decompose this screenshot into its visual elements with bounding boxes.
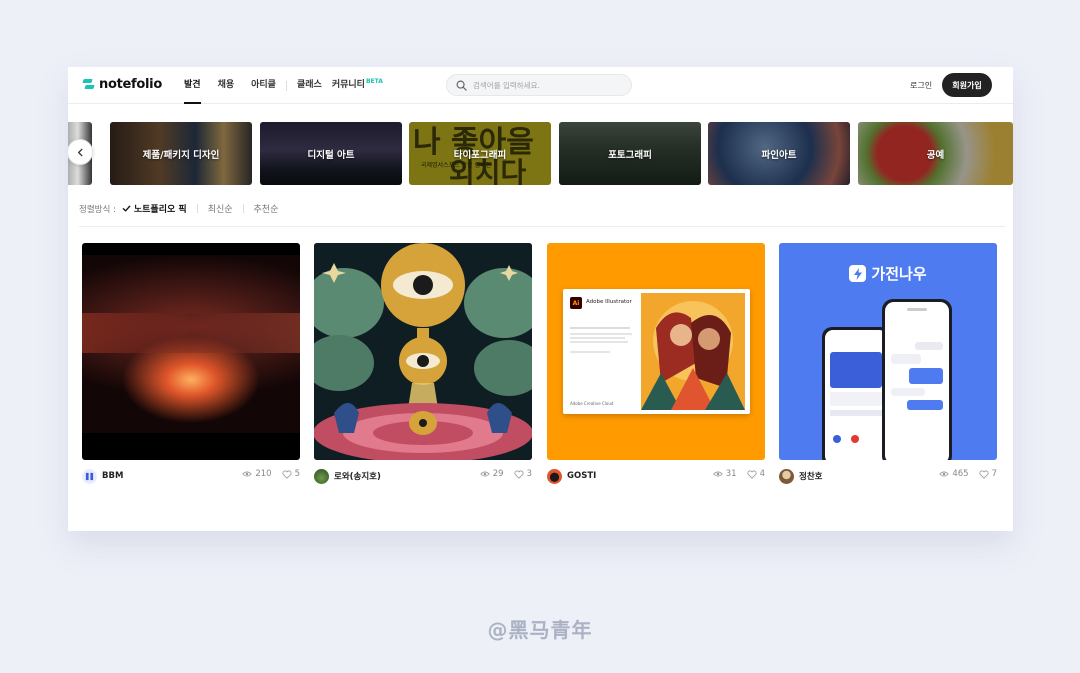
sort-label: 정렬방식 : <box>79 204 116 215</box>
card-meta: 로와(송지호) 29 3 <box>314 466 532 486</box>
card-meta: 정찬호 465 7 <box>779 466 997 486</box>
project-card[interactable]: BBM 210 5 <box>82 243 300 486</box>
category-label: 제품/패키지 디자인 <box>142 149 220 161</box>
sort-option-pick[interactable]: 노트폴리오 픽 <box>122 202 187 215</box>
check-icon <box>122 205 131 212</box>
avatar[interactable] <box>314 468 329 484</box>
chevron-left-icon <box>77 148 82 156</box>
heart-icon[interactable] <box>979 470 989 479</box>
like-count: 7 <box>991 469 997 479</box>
logo-text: notefolio <box>99 77 162 92</box>
card-stats: 465 7 <box>939 469 997 479</box>
svg-text:국제엽서스포트 종합 캠페인: 국제엽서스포트 종합 캠페인 <box>421 161 491 169</box>
avatar[interactable] <box>779 468 794 484</box>
project-thumbnail[interactable] <box>82 243 300 460</box>
search-icon <box>456 80 467 91</box>
author-name[interactable]: 로와(송지호) <box>334 470 381 482</box>
category-label: 타이포그래피 <box>453 149 507 161</box>
top-header: notefolio 발견 채용 아티클 클래스 커뮤니티BETA 로그인 회원가… <box>68 67 1013 104</box>
nav-community[interactable]: 커뮤니티BETA <box>332 67 383 104</box>
card-meta: BBM 210 5 <box>82 466 300 486</box>
nav-classes[interactable]: 클래스 <box>297 67 322 104</box>
category-label: 포토그래피 <box>608 149 652 161</box>
main-nav: 발견 채용 아티클 클래스 커뮤니티BETA <box>184 67 400 104</box>
sort-option-latest[interactable]: 최신순 <box>208 202 233 215</box>
category-photography[interactable]: 포토그래피 <box>559 122 701 185</box>
eye-icon <box>242 471 253 477</box>
project-thumbnail[interactable] <box>314 243 532 460</box>
bbm-logo-icon <box>85 472 94 480</box>
category-label: 파인아트 <box>761 149 797 161</box>
author-name[interactable]: GOSTI <box>567 471 596 481</box>
splash-footer: Adobe Creative Cloud <box>570 401 614 406</box>
like-count: 5 <box>294 469 300 479</box>
category-carousel: 제품/패키지 디자인 디지털 아트 나 좋아을 외치다 국제엽서스포트 종합 캠… <box>68 122 1013 185</box>
sort-option-label: 노트폴리오 픽 <box>133 205 187 215</box>
card-meta: GOSTI 31 4 <box>547 466 765 486</box>
carousel-prev-button[interactable] <box>68 139 93 165</box>
splash-title: Adobe Illustrator <box>586 299 632 305</box>
eye-icon <box>479 471 490 477</box>
category-fine-art[interactable]: 파인아트 <box>708 122 850 185</box>
avatar[interactable] <box>547 468 562 484</box>
phone-mockup-left <box>822 327 890 460</box>
mystic-eye-illustration <box>314 243 532 460</box>
phone-mockup-right <box>882 299 952 460</box>
app-window: notefolio 발견 채용 아티클 클래스 커뮤니티BETA 로그인 회원가… <box>68 67 1013 531</box>
illustrator-splash: Ai Adobe Illustrator Adobe Creative Clou… <box>563 289 750 414</box>
bolt-icon <box>849 265 867 282</box>
category-label: 공예 <box>926 149 945 161</box>
view-count: 465 <box>952 469 969 479</box>
card-stats: 210 5 <box>242 469 300 479</box>
like-count: 4 <box>759 469 765 479</box>
avatar[interactable] <box>82 468 97 484</box>
project-thumbnail[interactable]: Ai Adobe Illustrator Adobe Creative Clou… <box>547 243 765 460</box>
logo-mark-icon <box>82 79 95 90</box>
nav-divider <box>285 80 287 91</box>
author-name[interactable]: BBM <box>102 471 123 481</box>
category-packaging[interactable]: 제품/패키지 디자인 <box>110 122 252 185</box>
search-bar[interactable] <box>446 74 632 96</box>
heart-icon[interactable] <box>747 470 757 479</box>
card-stats: 31 4 <box>712 469 765 479</box>
project-card[interactable]: 로와(송지호) 29 3 <box>314 243 532 486</box>
view-count: 29 <box>492 469 504 479</box>
category-digital-art[interactable]: 디지털 아트 <box>260 122 402 185</box>
app-brand-name: 가전나우 <box>871 265 927 283</box>
sort-divider <box>242 204 244 213</box>
category-typography[interactable]: 나 좋아을 외치다 국제엽서스포트 종합 캠페인 타이포그래피 <box>409 122 551 185</box>
sort-option-recommended[interactable]: 추천순 <box>254 202 279 215</box>
category-label: 디지털 아트 <box>307 149 355 161</box>
like-count: 3 <box>526 469 532 479</box>
project-card[interactable]: 가전나우 정찬호 465 7 <box>779 243 997 486</box>
view-count: 31 <box>725 469 737 479</box>
search-input[interactable] <box>473 80 623 90</box>
sort-divider-line <box>79 226 1005 227</box>
heart-icon[interactable] <box>514 470 524 479</box>
project-card[interactable]: Ai Adobe Illustrator Adobe Creative Clou… <box>547 243 765 486</box>
signup-button[interactable]: 회원가입 <box>942 73 992 97</box>
view-count: 210 <box>255 469 272 479</box>
nav-articles[interactable]: 아티클 <box>251 67 276 104</box>
splash-artwork <box>641 293 745 410</box>
category-craft[interactable]: 공예 <box>858 122 1013 185</box>
eye-icon <box>939 471 950 477</box>
heart-icon[interactable] <box>282 470 292 479</box>
sort-bar: 정렬방식 : 노트폴리오 픽 최신순 추천순 <box>79 202 288 215</box>
card-stats: 29 3 <box>479 469 532 479</box>
sort-divider <box>196 204 198 213</box>
eye-icon <box>712 471 723 477</box>
nav-jobs[interactable]: 채용 <box>218 67 235 104</box>
beta-badge: BETA <box>365 78 383 85</box>
project-thumbnail[interactable]: 가전나우 <box>779 243 997 460</box>
watermark: @黑马青年 <box>487 618 593 642</box>
illustrator-icon: Ai <box>570 297 582 309</box>
logo[interactable]: notefolio <box>82 77 162 92</box>
app-brand-header: 가전나우 <box>779 263 997 284</box>
nav-discover[interactable]: 발견 <box>184 67 201 104</box>
login-link[interactable]: 로그인 <box>910 80 932 91</box>
author-name[interactable]: 정찬호 <box>799 470 822 482</box>
nav-community-label: 커뮤니티 <box>331 80 365 90</box>
